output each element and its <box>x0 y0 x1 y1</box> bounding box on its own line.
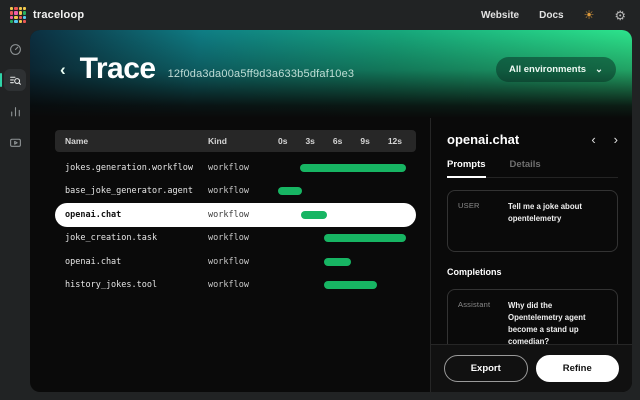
sidebar-item-traces[interactable] <box>4 69 26 91</box>
prev-span-button[interactable]: ‹ <box>591 133 595 146</box>
completions-heading: Completions <box>447 267 618 277</box>
span-name: base_joke_generator.agent <box>65 186 208 196</box>
chevron-down-icon: ⌄ <box>595 64 603 75</box>
video-play-icon <box>9 136 22 149</box>
top-bar: traceloop Website Docs ☀ ⚙ <box>0 0 640 30</box>
span-duration-bar <box>301 211 327 219</box>
spans-table: Name Kind 0s 3s 6s 9s 12s jokes.generati… <box>30 118 430 392</box>
tick-label: 6s <box>333 136 342 146</box>
sidebar-item-playground[interactable] <box>4 131 26 153</box>
topbar-actions: Website Docs ☀ ⚙ <box>481 9 626 22</box>
span-timeline <box>278 211 406 219</box>
timeline-ticks: 0s 3s 6s 9s 12s <box>278 136 406 146</box>
trace-id: 12f0da3da00a5ff9d3a633b5dfaf10e3 <box>168 68 355 80</box>
sidebar-item-analytics[interactable] <box>4 100 26 122</box>
span-timeline <box>278 187 406 195</box>
main-panel: ‹ Trace 12f0da3da00a5ff9d3a633b5dfaf10e3… <box>30 30 632 392</box>
span-duration-bar <box>324 234 406 242</box>
span-name: openai.chat <box>65 210 208 220</box>
span-duration-bar <box>324 281 376 289</box>
span-kind: workflow <box>208 186 278 196</box>
span-duration-bar <box>278 187 302 195</box>
span-duration-bar <box>324 258 351 266</box>
detail-footer: Export Refine <box>431 344 632 392</box>
span-duration-bar <box>300 164 406 172</box>
span-kind: workflow <box>208 280 278 290</box>
page-title: Trace <box>80 52 156 86</box>
span-kind: workflow <box>208 233 278 243</box>
span-kind: workflow <box>208 210 278 220</box>
search-traces-icon <box>9 74 22 87</box>
prompt-message-box: USER Tell me a joke about opentelemetry <box>447 190 618 252</box>
span-detail-panel: openai.chat ‹ › Prompts Details USER Tel… <box>430 118 632 392</box>
table-row[interactable]: openai.chat workflow <box>55 250 416 274</box>
table-row[interactable]: joke_creation.task workflow <box>55 227 416 251</box>
settings-gear-icon[interactable]: ⚙ <box>614 9 626 22</box>
website-link[interactable]: Website <box>481 10 519 21</box>
next-span-button[interactable]: › <box>614 133 618 146</box>
span-name: openai.chat <box>65 257 208 267</box>
tab-prompts[interactable]: Prompts <box>447 159 486 178</box>
sidebar-item-dashboard[interactable] <box>4 38 26 60</box>
back-button[interactable]: ‹ <box>60 61 66 78</box>
tab-details[interactable]: Details <box>510 159 541 178</box>
span-name: joke_creation.task <box>65 233 208 243</box>
tick-label: 9s <box>360 136 369 146</box>
trace-header: ‹ Trace 12f0da3da00a5ff9d3a633b5dfaf10e3… <box>30 30 632 118</box>
gauge-icon <box>9 43 22 56</box>
brand-name: traceloop <box>33 9 84 21</box>
span-timeline <box>278 234 406 242</box>
prompt-role-label: USER <box>458 201 500 241</box>
tick-label: 0s <box>278 136 287 146</box>
bar-chart-icon <box>9 105 22 118</box>
brand[interactable]: traceloop <box>10 7 84 23</box>
completion-line: Why did the Opentelemetry agent become a… <box>508 300 607 348</box>
environment-selector-label: All environments <box>509 64 586 75</box>
theme-toggle-sun-icon[interactable]: ☀ <box>584 9 595 21</box>
column-header-kind: Kind <box>208 136 278 146</box>
span-timeline <box>278 281 406 289</box>
table-row[interactable]: history_jokes.tool workflow <box>55 274 416 298</box>
span-detail-title: openai.chat <box>447 132 519 147</box>
table-row[interactable]: base_joke_generator.agent workflow <box>55 180 416 204</box>
table-row[interactable]: jokes.generation.workflow workflow <box>55 156 416 180</box>
trace-table-rows: jokes.generation.workflow workflow base_… <box>55 156 416 297</box>
tick-label: 12s <box>388 136 402 146</box>
detail-tabs: Prompts Details <box>447 159 618 178</box>
span-timeline <box>278 164 406 172</box>
column-header-name: Name <box>65 136 208 146</box>
span-kind: workflow <box>208 163 278 173</box>
span-kind: workflow <box>208 257 278 267</box>
table-row[interactable]: openai.chat workflow <box>55 203 416 227</box>
docs-link[interactable]: Docs <box>539 10 563 21</box>
span-timeline <box>278 258 406 266</box>
refine-button[interactable]: Refine <box>536 355 620 382</box>
traceloop-logo-icon <box>10 7 26 23</box>
span-name: history_jokes.tool <box>65 280 208 290</box>
tick-label: 3s <box>305 136 314 146</box>
environment-selector[interactable]: All environments ⌄ <box>496 57 616 82</box>
span-name: jokes.generation.workflow <box>65 163 208 173</box>
export-button[interactable]: Export <box>444 355 528 382</box>
sidebar <box>0 30 30 400</box>
prompt-text: Tell me a joke about opentelemetry <box>508 201 607 241</box>
table-header: Name Kind 0s 3s 6s 9s 12s <box>55 130 416 152</box>
